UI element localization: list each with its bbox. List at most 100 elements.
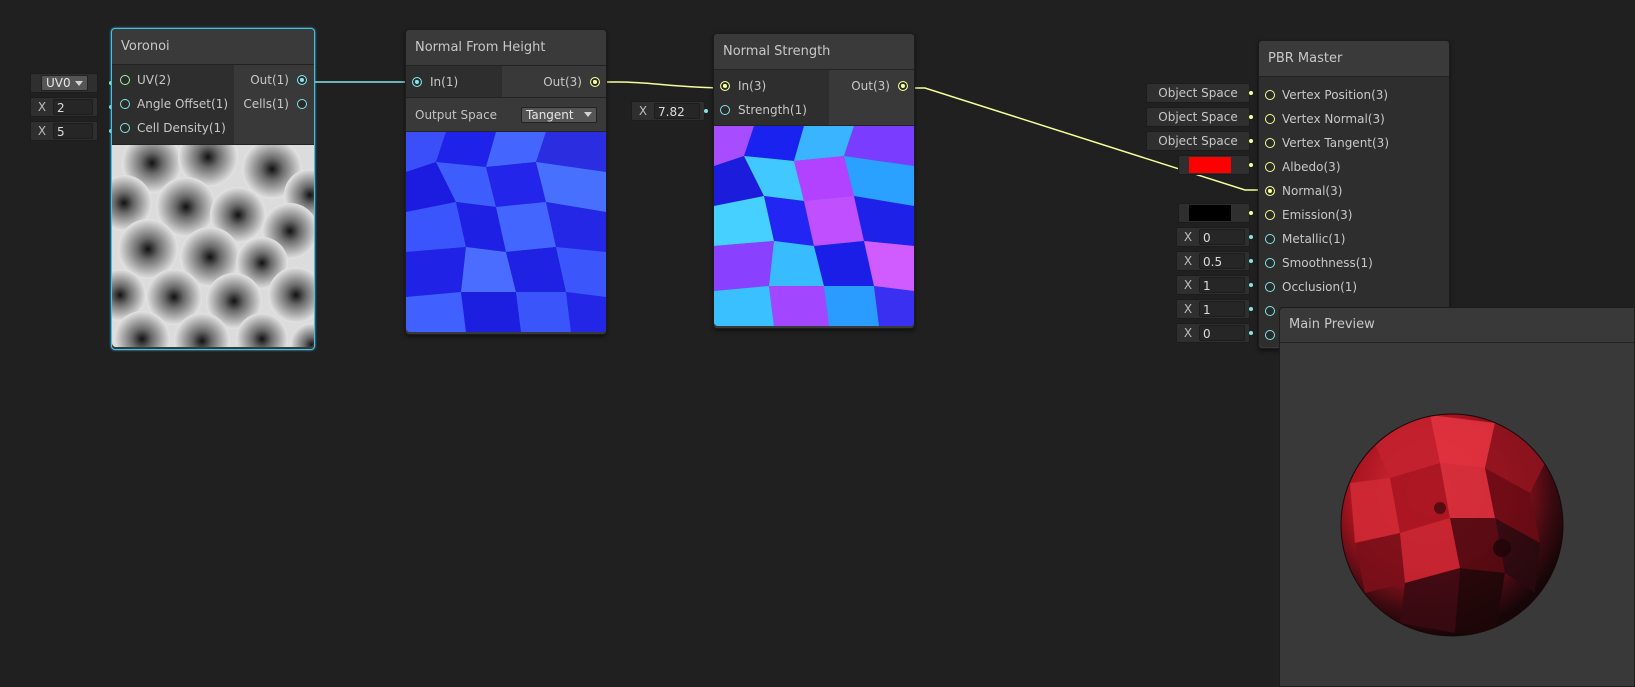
strength-field[interactable]: X 7.82 bbox=[631, 101, 708, 121]
cell-density-input[interactable]: 5 bbox=[53, 123, 93, 139]
hidden-port-field-1[interactable]: X 1 bbox=[1176, 299, 1253, 319]
normal-strength-node[interactable]: Normal Strength In(3) Strength(1) Out(3) bbox=[713, 33, 915, 329]
main-preview-panel[interactable]: Main Preview bbox=[1279, 307, 1635, 687]
voronoi-input-uv[interactable]: UV(2) bbox=[112, 68, 234, 92]
port-cyan-icon[interactable] bbox=[1265, 234, 1275, 244]
emission-color-field[interactable] bbox=[1178, 203, 1253, 223]
voronoi-node[interactable]: Voronoi UV(2) Angle Offset(1) Cell Densi… bbox=[111, 28, 315, 350]
smoothness-field[interactable]: X 0.5 bbox=[1176, 251, 1253, 271]
pbr-input-normal[interactable]: Normal(3) bbox=[1259, 179, 1449, 203]
pbr-input-smoothness[interactable]: Smoothness(1) bbox=[1259, 251, 1449, 275]
normal-strength-input-in-label: In(3) bbox=[738, 79, 767, 93]
occlusion-connector-pin bbox=[1249, 283, 1253, 287]
metallic-connector-pin bbox=[1249, 235, 1253, 239]
port-yellow-connected-icon[interactable] bbox=[590, 77, 600, 87]
vertex-tangent-space-field[interactable]: Object Space bbox=[1146, 131, 1253, 151]
voronoi-preview bbox=[112, 145, 314, 347]
port-cyan-icon[interactable] bbox=[297, 99, 307, 109]
normal-from-height-outputs: Out(3) bbox=[502, 66, 606, 97]
hidden-port-1-input[interactable]: 1 bbox=[1199, 301, 1245, 317]
vertex-normal-connector-pin bbox=[1249, 115, 1253, 119]
normal-from-height-input-in[interactable]: In(1) bbox=[406, 70, 502, 94]
strength-input[interactable]: 7.82 bbox=[654, 103, 700, 119]
voronoi-input-angle-offset-label: Angle Offset(1) bbox=[137, 97, 229, 111]
pbr-input-occlusion[interactable]: Occlusion(1) bbox=[1259, 275, 1449, 299]
pbr-input-vertex-normal[interactable]: Vertex Normal(3) bbox=[1259, 107, 1449, 131]
pbr-input-vertex-position[interactable]: Vertex Position(3) bbox=[1259, 83, 1449, 107]
cell-density-field[interactable]: X 5 bbox=[30, 121, 113, 141]
port-yellow-icon[interactable] bbox=[1265, 138, 1275, 148]
port-yellow-icon[interactable] bbox=[1265, 114, 1275, 124]
port-yellow-icon[interactable] bbox=[1265, 162, 1275, 172]
voronoi-output-cells-label: Cells(1) bbox=[243, 97, 289, 111]
output-space-value: Tangent bbox=[526, 107, 574, 122]
normal-strength-title[interactable]: Normal Strength bbox=[714, 34, 914, 70]
voronoi-input-cell-density-label: Cell Density(1) bbox=[137, 121, 226, 135]
normal-strength-input-strength[interactable]: Strength(1) bbox=[714, 98, 829, 122]
metallic-input[interactable]: 0 bbox=[1199, 229, 1245, 245]
pbr-input-albedo-label: Albedo(3) bbox=[1282, 160, 1341, 174]
port-yellow-connected-icon[interactable] bbox=[898, 81, 908, 91]
albedo-color-field[interactable] bbox=[1178, 155, 1253, 175]
vertex-normal-space-field[interactable]: Object Space bbox=[1146, 107, 1253, 127]
occlusion-field[interactable]: X 1 bbox=[1176, 275, 1253, 295]
pbr-master-title[interactable]: PBR Master bbox=[1259, 41, 1449, 77]
port-yellow-connected-icon[interactable] bbox=[720, 81, 730, 91]
normal-from-height-title[interactable]: Normal From Height bbox=[406, 30, 606, 66]
metallic-x-label: X bbox=[1183, 230, 1193, 244]
port-yellow-connected-icon[interactable] bbox=[1265, 186, 1275, 196]
voronoi-input-angle-offset[interactable]: Angle Offset(1) bbox=[112, 92, 234, 116]
voronoi-outputs: Out(1) Cells(1) bbox=[234, 65, 314, 144]
port-cyan-icon[interactable] bbox=[1265, 330, 1275, 340]
port-green-icon[interactable] bbox=[120, 75, 130, 85]
voronoi-node-title[interactable]: Voronoi bbox=[112, 29, 314, 65]
port-cyan-icon[interactable] bbox=[1265, 282, 1275, 292]
normal-from-height-node[interactable]: Normal From Height In(1) Out(3) Output S… bbox=[405, 29, 607, 335]
metallic-field[interactable]: X 0 bbox=[1176, 227, 1253, 247]
smoothness-input[interactable]: 0.5 bbox=[1199, 253, 1245, 269]
smoothness-connector-pin bbox=[1249, 259, 1253, 263]
main-preview-sphere[interactable] bbox=[1280, 343, 1634, 686]
vertex-tangent-connector-pin bbox=[1249, 139, 1253, 143]
emission-color-swatch[interactable] bbox=[1189, 205, 1231, 221]
voronoi-output-cells[interactable]: Cells(1) bbox=[234, 92, 314, 116]
occlusion-x-label: X bbox=[1183, 278, 1193, 292]
albedo-color-swatch[interactable] bbox=[1189, 157, 1231, 173]
pbr-master-node[interactable]: PBR Master Vertex Position(3) Vertex Nor… bbox=[1258, 40, 1450, 349]
normal-from-height-ports: In(1) Out(3) bbox=[406, 66, 606, 98]
output-space-dropdown[interactable]: Tangent bbox=[521, 106, 597, 123]
normal-strength-preview bbox=[714, 126, 914, 326]
angle-offset-field[interactable]: X 2 bbox=[30, 97, 113, 117]
pbr-input-vertex-tangent-label: Vertex Tangent(3) bbox=[1282, 136, 1389, 150]
normal-strength-input-in[interactable]: In(3) bbox=[714, 74, 829, 98]
port-cyan-connected-icon[interactable] bbox=[297, 75, 307, 85]
port-cyan-icon[interactable] bbox=[1265, 258, 1275, 268]
main-preview-title[interactable]: Main Preview bbox=[1280, 308, 1634, 343]
pbr-input-metallic[interactable]: Metallic(1) bbox=[1259, 227, 1449, 251]
pbr-input-vertex-tangent[interactable]: Vertex Tangent(3) bbox=[1259, 131, 1449, 155]
pbr-input-albedo[interactable]: Albedo(3) bbox=[1259, 155, 1449, 179]
normal-strength-inputs: In(3) Strength(1) bbox=[714, 70, 829, 125]
vertex-position-space-field[interactable]: Object Space bbox=[1146, 83, 1253, 103]
uv-channel-field[interactable]: UV0 bbox=[30, 73, 113, 93]
hidden-port-1-x-label: X bbox=[1183, 302, 1193, 316]
voronoi-input-cell-density[interactable]: Cell Density(1) bbox=[112, 116, 234, 140]
vertex-normal-space-value: Object Space bbox=[1158, 110, 1238, 124]
occlusion-input[interactable]: 1 bbox=[1199, 277, 1245, 293]
port-cyan-connected-icon[interactable] bbox=[412, 77, 422, 87]
pbr-input-emission[interactable]: Emission(3) bbox=[1259, 203, 1449, 227]
normal-from-height-output-out[interactable]: Out(3) bbox=[502, 70, 606, 94]
normal-strength-output-out[interactable]: Out(3) bbox=[829, 74, 914, 98]
port-yellow-icon[interactable] bbox=[1265, 210, 1275, 220]
uv-channel-dropdown[interactable]: UV0 bbox=[41, 75, 88, 91]
port-cyan-icon[interactable] bbox=[120, 99, 130, 109]
voronoi-output-out[interactable]: Out(1) bbox=[234, 68, 314, 92]
port-yellow-icon[interactable] bbox=[1265, 90, 1275, 100]
normal-strength-outputs: Out(3) bbox=[829, 70, 914, 125]
hidden-port-field-2[interactable]: X 0 bbox=[1176, 323, 1253, 343]
port-cyan-icon[interactable] bbox=[120, 123, 130, 133]
angle-offset-input[interactable]: 2 bbox=[53, 99, 93, 115]
port-cyan-icon[interactable] bbox=[1265, 306, 1275, 316]
port-cyan-icon[interactable] bbox=[720, 105, 730, 115]
hidden-port-2-input[interactable]: 0 bbox=[1199, 325, 1245, 341]
